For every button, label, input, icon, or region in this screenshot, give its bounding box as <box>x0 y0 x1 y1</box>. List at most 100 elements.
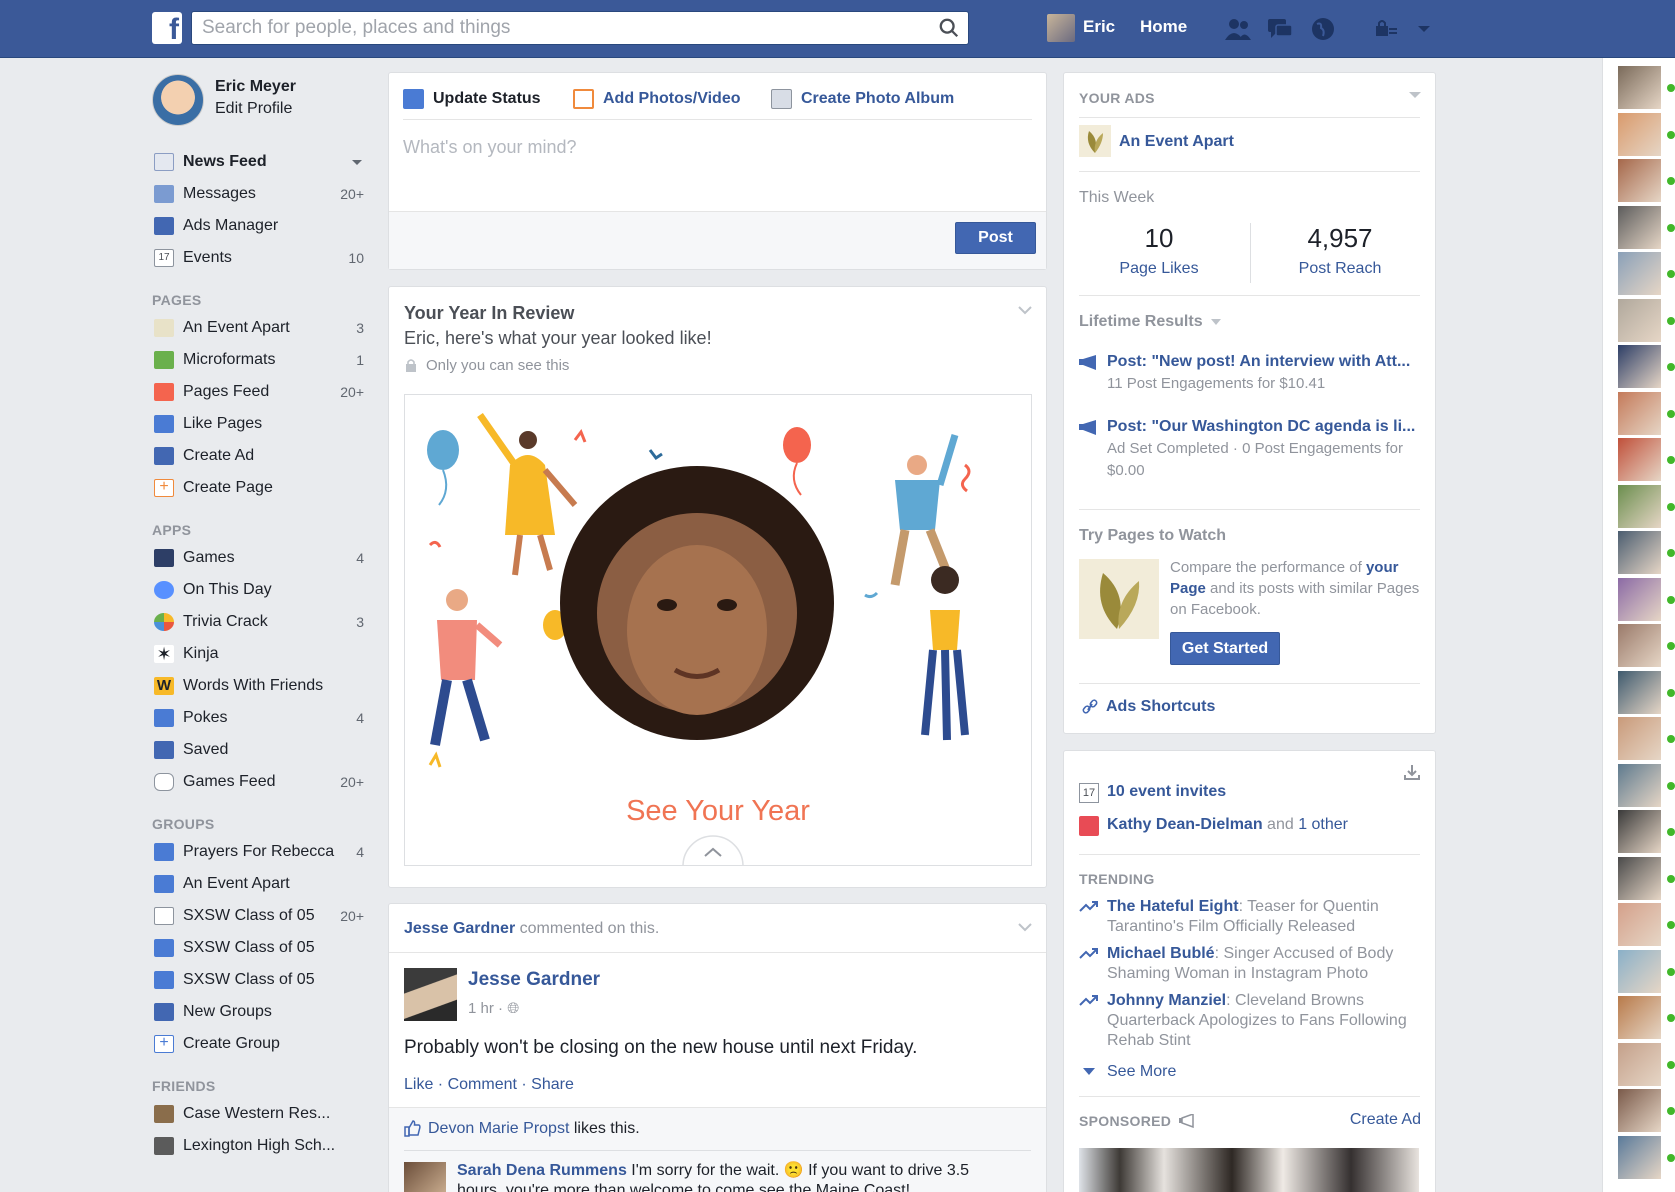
like-link[interactable]: Like <box>404 1076 433 1093</box>
commenter-avatar[interactable] <box>404 1162 446 1192</box>
sponsored-ad-image[interactable] <box>1079 1148 1419 1192</box>
chat-contact-avatar[interactable] <box>1618 438 1661 481</box>
nav-item-lexington-high[interactable]: Lexington High Sch... <box>152 1130 364 1162</box>
nav-item-ads-manager[interactable]: Ads Manager <box>152 210 364 242</box>
chat-contact-avatar[interactable] <box>1618 531 1661 574</box>
nav-item-like-pages[interactable]: Like Pages <box>152 408 364 440</box>
chat-contact-avatar[interactable] <box>1618 624 1661 667</box>
nav-item-create-group[interactable]: + Create Group <box>152 1028 364 1060</box>
lifetime-results-dropdown[interactable]: Lifetime Results <box>1079 313 1221 331</box>
nav-item-new-groups[interactable]: New Groups <box>152 996 364 1028</box>
event-apart-leaf-icon[interactable] <box>1079 125 1111 157</box>
trending-item[interactable]: Johnny Manziel: Cleveland Browns Quarter… <box>1079 991 1419 1051</box>
chevron-down-icon[interactable] <box>1018 922 1032 932</box>
tab-create-photo-album[interactable]: Create Photo Album <box>771 87 954 111</box>
ads-options-caret-icon[interactable] <box>1409 92 1421 98</box>
chat-contact-avatar[interactable] <box>1618 996 1661 1039</box>
birthday-other-link[interactable]: 1 other <box>1298 816 1348 833</box>
actor-link[interactable]: Jesse Gardner <box>404 920 515 937</box>
edit-profile-link[interactable]: Edit Profile <box>215 100 292 118</box>
chat-contact-avatar[interactable] <box>1618 112 1661 156</box>
get-started-button[interactable]: Get Started <box>1170 632 1280 665</box>
nav-item-microformats[interactable]: Microformats 1 <box>152 344 364 376</box>
chat-contact-avatar[interactable] <box>1618 856 1661 900</box>
chat-contact-avatar[interactable] <box>1618 763 1661 807</box>
post-button[interactable]: Post <box>955 222 1036 254</box>
post-timestamp[interactable]: 1 hr · 🌐︎ <box>468 1000 519 1017</box>
chat-contact-avatar[interactable] <box>1618 252 1661 295</box>
chat-contact-avatar[interactable] <box>1618 1135 1661 1179</box>
nav-item-create-ad[interactable]: Create Ad <box>152 440 364 472</box>
nav-item-group-an-event-apart[interactable]: An Event Apart <box>152 868 364 900</box>
chat-contact-avatar[interactable] <box>1618 577 1661 621</box>
liker-link[interactable]: Devon Marie Propst <box>428 1120 569 1137</box>
search-box[interactable] <box>191 11 969 45</box>
nav-item-messages[interactable]: Messages 20+ <box>152 178 364 210</box>
search-input[interactable] <box>192 12 912 44</box>
account-menu-caret-icon[interactable] <box>1410 16 1438 42</box>
chat-contact-avatar[interactable] <box>1618 949 1661 993</box>
facebook-logo[interactable]: f <box>152 12 182 44</box>
user-avatar[interactable] <box>1047 14 1075 42</box>
commenter-name-link[interactable]: Sarah Dena Rummens <box>457 1162 627 1179</box>
page-likes-stat[interactable]: 10 Page Likes <box>1069 223 1249 278</box>
nav-item-pages-feed[interactable]: Pages Feed 20+ <box>152 376 364 408</box>
nav-item-group-sxsw-1[interactable]: SXSW Class of 05 20+ <box>152 900 364 932</box>
chat-contact-avatar[interactable] <box>1618 66 1661 109</box>
author-name-link[interactable]: Jesse Gardner <box>468 969 600 991</box>
nav-item-games-feed[interactable]: Games Feed 20+ <box>152 766 364 798</box>
chat-contact-avatar[interactable] <box>1618 1042 1661 1086</box>
ad-result-item[interactable]: Post: "New post! An interview with Att..… <box>1079 353 1419 395</box>
see-your-year-link[interactable]: See Your Year <box>405 795 1031 828</box>
profile-link[interactable]: Eric <box>1083 17 1115 37</box>
status-textarea[interactable]: What's on your mind? <box>403 137 577 158</box>
search-icon[interactable] <box>938 17 960 39</box>
ad-result-item[interactable]: Post: "Our Washington DC agenda is li...… <box>1079 418 1419 482</box>
chat-contact-avatar[interactable] <box>1618 810 1661 853</box>
chat-contact-avatar[interactable] <box>1618 205 1661 249</box>
nav-item-group-sxsw-2[interactable]: SXSW Class of 05 <box>152 932 364 964</box>
nav-item-news-feed[interactable]: News Feed <box>152 146 364 178</box>
share-link[interactable]: Share <box>531 1076 574 1093</box>
chat-contact-avatar[interactable] <box>1618 391 1661 435</box>
nav-item-saved[interactable]: Saved <box>152 734 364 766</box>
chat-contact-avatar[interactable] <box>1618 345 1661 388</box>
home-link[interactable]: Home <box>1140 17 1187 37</box>
chevron-down-icon[interactable] <box>1018 305 1032 315</box>
post-reach-stat[interactable]: 4,957 Post Reach <box>1250 223 1430 278</box>
ad-page-link[interactable]: An Event Apart <box>1119 133 1234 151</box>
birthday-row[interactable]: Kathy Dean-Dielman and 1 other <box>1079 816 1348 836</box>
nav-item-words-with-friends[interactable]: W Words With Friends <box>152 670 364 702</box>
nav-item-case-western[interactable]: Case Western Res... <box>152 1098 364 1130</box>
chat-contact-avatar[interactable] <box>1618 670 1661 714</box>
tab-add-photos-video[interactable]: Add Photos/Video <box>573 87 740 111</box>
nav-item-create-page[interactable]: + Create Page <box>152 472 364 504</box>
comment-link[interactable]: Comment <box>448 1076 517 1093</box>
author-avatar[interactable] <box>404 968 457 1021</box>
nav-item-trivia-crack[interactable]: Trivia Crack 3 <box>152 606 364 638</box>
chat-contact-avatar[interactable] <box>1618 159 1661 202</box>
chat-contact-avatar[interactable] <box>1618 903 1661 946</box>
download-icon[interactable] <box>1403 763 1421 781</box>
tab-update-status[interactable]: Update Status <box>403 87 541 111</box>
year-in-review-illustration[interactable]: See Your Year <box>404 394 1032 866</box>
nav-item-pokes[interactable]: Pokes 4 <box>152 702 364 734</box>
event-invites-row[interactable]: 17 10 event invites <box>1079 783 1226 803</box>
birthday-person-link[interactable]: Kathy Dean-Dielman <box>1107 816 1263 833</box>
notifications-globe-icon[interactable] <box>1309 16 1337 42</box>
chevron-up-icon[interactable] <box>681 832 745 866</box>
see-more-link[interactable]: See More <box>1079 1063 1176 1081</box>
messages-icon[interactable] <box>1266 16 1294 42</box>
nav-item-kinja[interactable]: ✶ Kinja <box>152 638 364 670</box>
profile-picture[interactable] <box>152 74 204 126</box>
create-ad-link[interactable]: Create Ad <box>1350 1111 1421 1129</box>
nav-item-on-this-day[interactable]: On This Day <box>152 574 364 606</box>
trending-item[interactable]: The Hateful Eight: Teaser for Quentin Ta… <box>1079 897 1419 937</box>
nav-item-group-prayers-for-rebecca[interactable]: Prayers For Rebecca 4 <box>152 836 364 868</box>
chat-contact-avatar[interactable] <box>1618 298 1661 342</box>
friend-requests-icon[interactable] <box>1224 16 1252 42</box>
profile-name-link[interactable]: Eric Meyer <box>215 78 296 96</box>
chat-contact-avatar[interactable] <box>1618 1089 1661 1132</box>
nav-item-events[interactable]: 17 Events 10 <box>152 242 364 274</box>
nav-item-games[interactable]: Games 4 <box>152 542 364 574</box>
